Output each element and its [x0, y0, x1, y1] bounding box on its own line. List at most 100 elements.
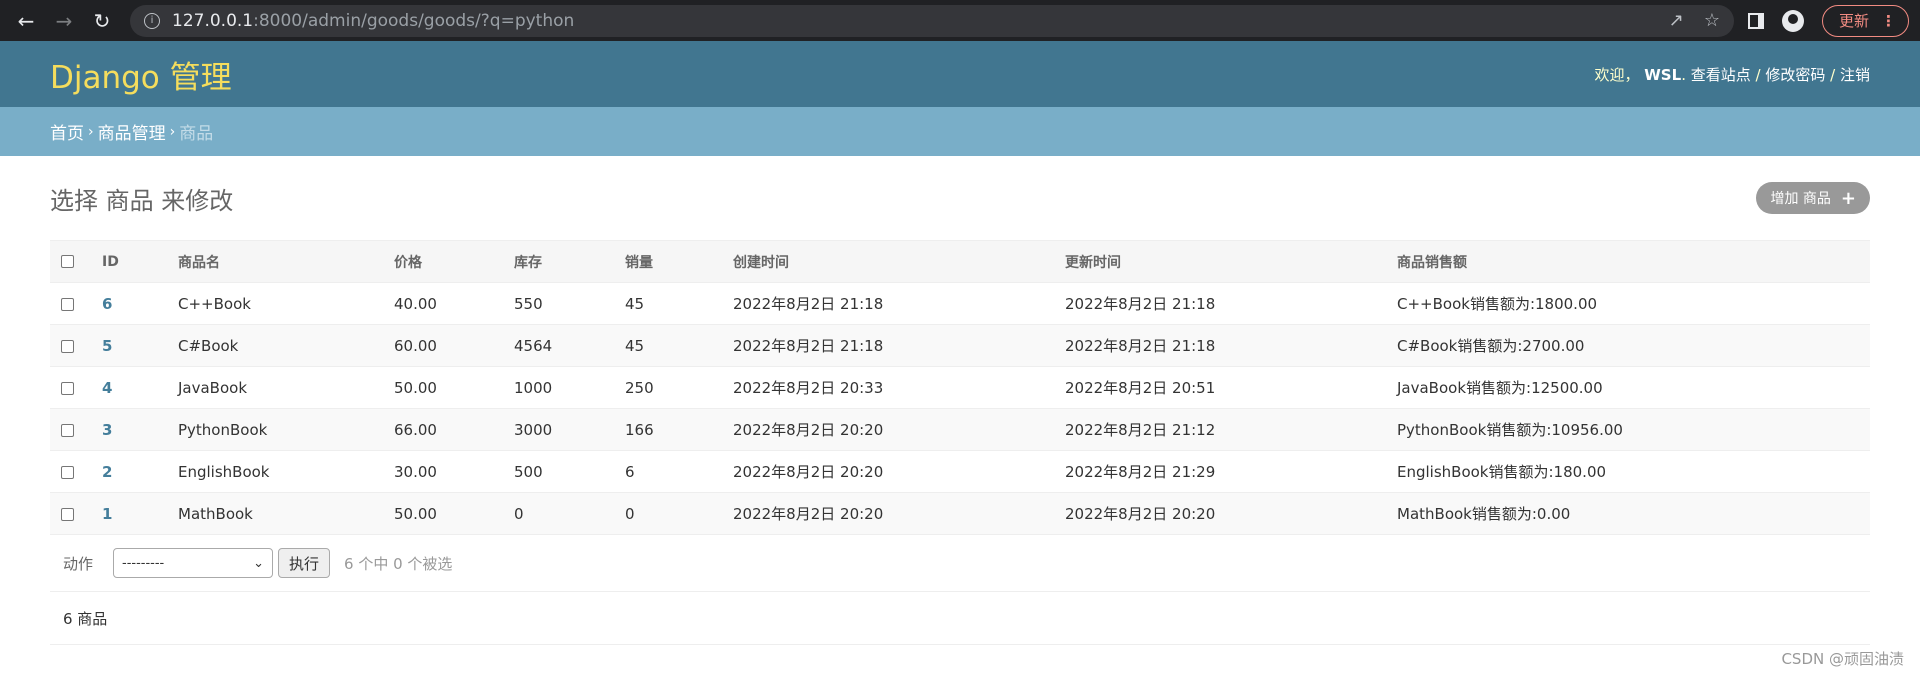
row-checkbox[interactable]	[61, 507, 74, 521]
cell-revenue: C#Book销售额为:2700.00	[1397, 337, 1585, 355]
address-bar[interactable]: i 127.0.0.1:8000/admin/goods/goods/?q=py…	[130, 4, 1734, 37]
column-header-created[interactable]: 创建时间	[733, 255, 789, 271]
cell-sales: 45	[625, 336, 645, 355]
cell-created: 2022年8月2日 20:33	[733, 379, 884, 397]
admin-header: Django 管理 欢迎， WSL. 查看站点 / 修改密码 / 注销	[0, 41, 1920, 107]
add-goods-button[interactable]: 增加 商品 +	[1756, 182, 1870, 214]
cell-sales: 6	[625, 462, 635, 481]
cell-revenue: EnglishBook销售额为:180.00	[1397, 463, 1607, 481]
chevron-down-icon: ⌄	[253, 555, 265, 571]
cell-name: JavaBook	[178, 378, 248, 397]
profile-avatar-icon[interactable]	[1782, 9, 1804, 32]
column-header-name[interactable]: 商品名	[178, 255, 220, 271]
cell-stock: 0	[514, 504, 524, 523]
breadcrumb-home[interactable]: 首页	[50, 119, 84, 144]
table-row: 4 JavaBook 50.00 1000 250 2022年8月2日 20:3…	[50, 367, 1870, 409]
cell-stock: 4564	[514, 336, 553, 355]
site-info-icon[interactable]: i	[144, 12, 160, 29]
cell-revenue: C++Book销售额为:1800.00	[1397, 295, 1598, 313]
forward-arrow-icon[interactable]: →	[48, 5, 80, 37]
cell-revenue: MathBook销售额为:0.00	[1397, 505, 1571, 523]
table-row: 6 C++Book 40.00 550 45 2022年8月2日 21:18 2…	[50, 283, 1870, 325]
table-row: 1 MathBook 50.00 0 0 2022年8月2日 20:20 202…	[50, 492, 1870, 535]
cell-name: C#Book	[178, 336, 239, 355]
watermark: CSDN @顽固油渍	[1781, 650, 1904, 668]
row-checkbox[interactable]	[61, 381, 74, 395]
more-menu-icon[interactable]: ⋮	[1881, 12, 1896, 30]
cell-created: 2022年8月2日 20:20	[733, 421, 884, 439]
cell-updated: 2022年8月2日 21:12	[1065, 421, 1216, 439]
cell-name: MathBook	[178, 504, 253, 523]
cell-updated: 2022年8月2日 20:51	[1065, 379, 1216, 397]
column-header-sales[interactable]: 销量	[625, 255, 653, 271]
row-checkbox[interactable]	[61, 297, 74, 311]
cell-created: 2022年8月2日 21:18	[733, 337, 884, 355]
cell-sales: 250	[625, 378, 654, 397]
run-action-button[interactable]: 执行	[278, 548, 331, 578]
breadcrumb-app[interactable]: 商品管理	[98, 119, 166, 144]
cell-sales: 0	[625, 504, 635, 523]
row-id-link[interactable]: 6	[102, 295, 112, 313]
row-id-link[interactable]: 4	[102, 379, 112, 397]
cell-price: 66.00	[394, 420, 437, 439]
reload-icon[interactable]: ↻	[86, 5, 118, 37]
result-count: 6 商品	[63, 609, 108, 628]
cell-price: 60.00	[394, 336, 437, 355]
cell-created: 2022年8月2日 20:20	[733, 463, 884, 481]
row-id-link[interactable]: 2	[102, 463, 112, 481]
actions-bar: 动作 --------- ⌄ 执行 6 个中 0 个被选	[50, 535, 1870, 592]
selected-count: 6 个中 0 个被选	[344, 554, 453, 573]
cell-revenue: JavaBook销售额为:12500.00	[1397, 379, 1603, 397]
cell-name: EnglishBook	[178, 462, 270, 481]
row-checkbox[interactable]	[61, 465, 74, 479]
share-icon[interactable]: ↗	[1669, 10, 1684, 31]
page-title: 选择 商品 来修改	[50, 186, 234, 215]
results-table: ID 商品名 价格 库存 销量 创建时间 更新时间 商品销售额 6 C++Boo…	[50, 240, 1870, 535]
browser-toolbar: ← → ↻ i 127.0.0.1:8000/admin/goods/goods…	[0, 0, 1920, 41]
cell-stock: 3000	[514, 420, 553, 439]
column-header-id[interactable]: ID	[102, 254, 119, 270]
update-button[interactable]: 更新 ⋮	[1822, 4, 1910, 37]
main-content: 选择 商品 来修改 增加 商品 + ID 商品名 价格 库存 销量 创建时间 更新…	[0, 156, 1920, 645]
cell-price: 30.00	[394, 462, 437, 481]
change-password-link[interactable]: 修改密码	[1765, 66, 1825, 84]
cell-price: 50.00	[394, 378, 437, 397]
select-all-checkbox[interactable]	[61, 255, 74, 268]
view-site-link[interactable]: 查看站点	[1691, 66, 1751, 84]
actions-label: 动作	[63, 554, 94, 573]
column-header-revenue: 商品销售额	[1397, 254, 1467, 271]
row-checkbox[interactable]	[61, 423, 74, 437]
column-header-updated[interactable]: 更新时间	[1065, 255, 1121, 271]
username: WSL	[1644, 65, 1682, 84]
plus-icon: +	[1840, 187, 1856, 209]
back-arrow-icon[interactable]: ←	[10, 5, 42, 37]
cell-stock: 550	[514, 294, 543, 313]
column-header-stock[interactable]: 库存	[514, 255, 542, 271]
cell-name: PythonBook	[178, 420, 268, 439]
cell-updated: 2022年8月2日 21:18	[1065, 337, 1216, 355]
paginator: 6 商品	[50, 592, 1870, 645]
row-id-link[interactable]: 1	[102, 505, 112, 523]
cell-price: 40.00	[394, 294, 437, 313]
cell-updated: 2022年8月2日 21:29	[1065, 463, 1216, 481]
cell-sales: 166	[625, 420, 654, 439]
table-header-row: ID 商品名 价格 库存 销量 创建时间 更新时间 商品销售额	[50, 240, 1870, 283]
cell-stock: 500	[514, 462, 543, 481]
side-panel-icon[interactable]	[1748, 12, 1764, 29]
row-id-link[interactable]: 5	[102, 337, 112, 355]
cell-price: 50.00	[394, 504, 437, 523]
logout-link[interactable]: 注销	[1840, 66, 1870, 84]
table-row: 3 PythonBook 66.00 3000 166 2022年8月2日 20…	[50, 408, 1870, 451]
row-id-link[interactable]: 3	[102, 421, 112, 439]
bookmark-star-icon[interactable]: ☆	[1704, 10, 1720, 31]
column-header-price[interactable]: 价格	[394, 255, 422, 271]
cell-created: 2022年8月2日 21:18	[733, 295, 884, 313]
action-select[interactable]: --------- ⌄	[113, 548, 274, 578]
cell-name: C++Book	[178, 294, 251, 313]
cell-updated: 2022年8月2日 21:18	[1065, 295, 1216, 313]
site-branding[interactable]: Django 管理	[50, 52, 232, 97]
cell-revenue: PythonBook销售额为:10956.00	[1397, 421, 1623, 439]
row-checkbox[interactable]	[61, 339, 74, 353]
cell-updated: 2022年8月2日 20:20	[1065, 505, 1216, 523]
cell-sales: 45	[625, 294, 645, 313]
